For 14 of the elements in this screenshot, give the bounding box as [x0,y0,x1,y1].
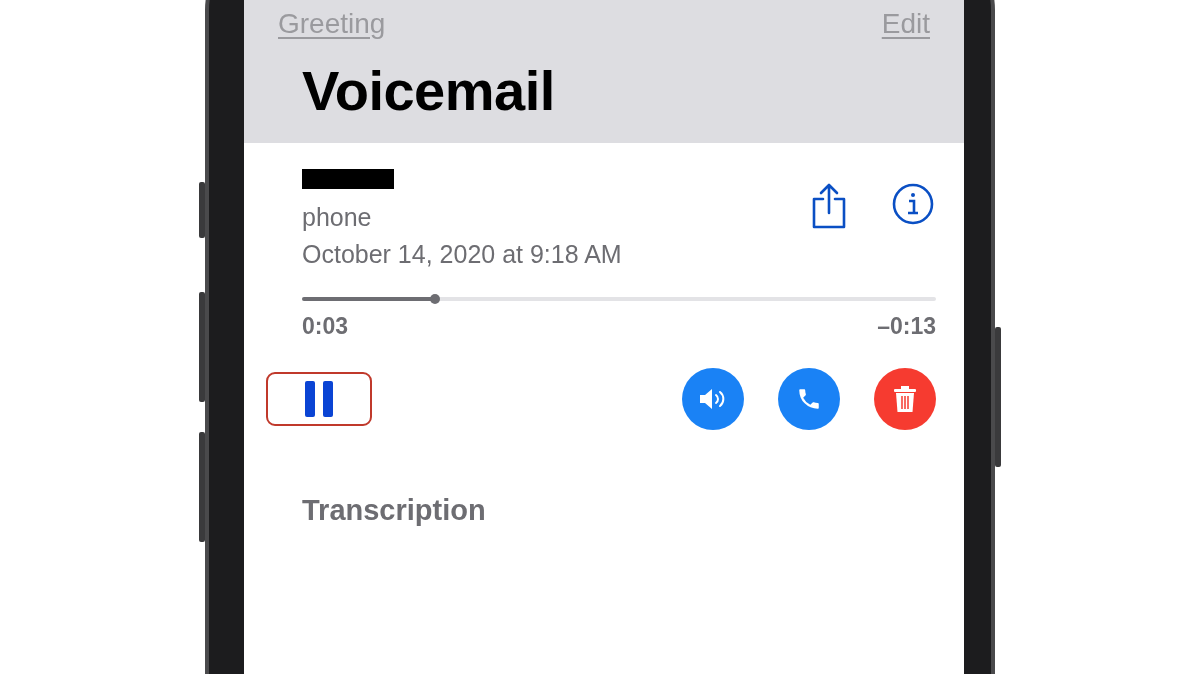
edit-link[interactable]: Edit [881,8,930,40]
elapsed-time: 0:03 [302,313,349,340]
page-title: Voicemail [302,58,556,123]
pause-icon [305,381,333,417]
pause-button[interactable] [266,372,372,426]
phone-icon [796,386,822,412]
progress-thumb[interactable] [430,294,441,304]
greeting-link[interactable]: Greeting [278,8,386,40]
transcription-heading: Transcription [302,494,487,527]
message-date: October 14, 2020 at 9:18 AM [302,240,622,269]
caller-label: phone [302,203,373,232]
trash-icon [893,385,917,413]
remaining-time: –0:13 [877,313,936,340]
share-button[interactable] [810,183,848,229]
